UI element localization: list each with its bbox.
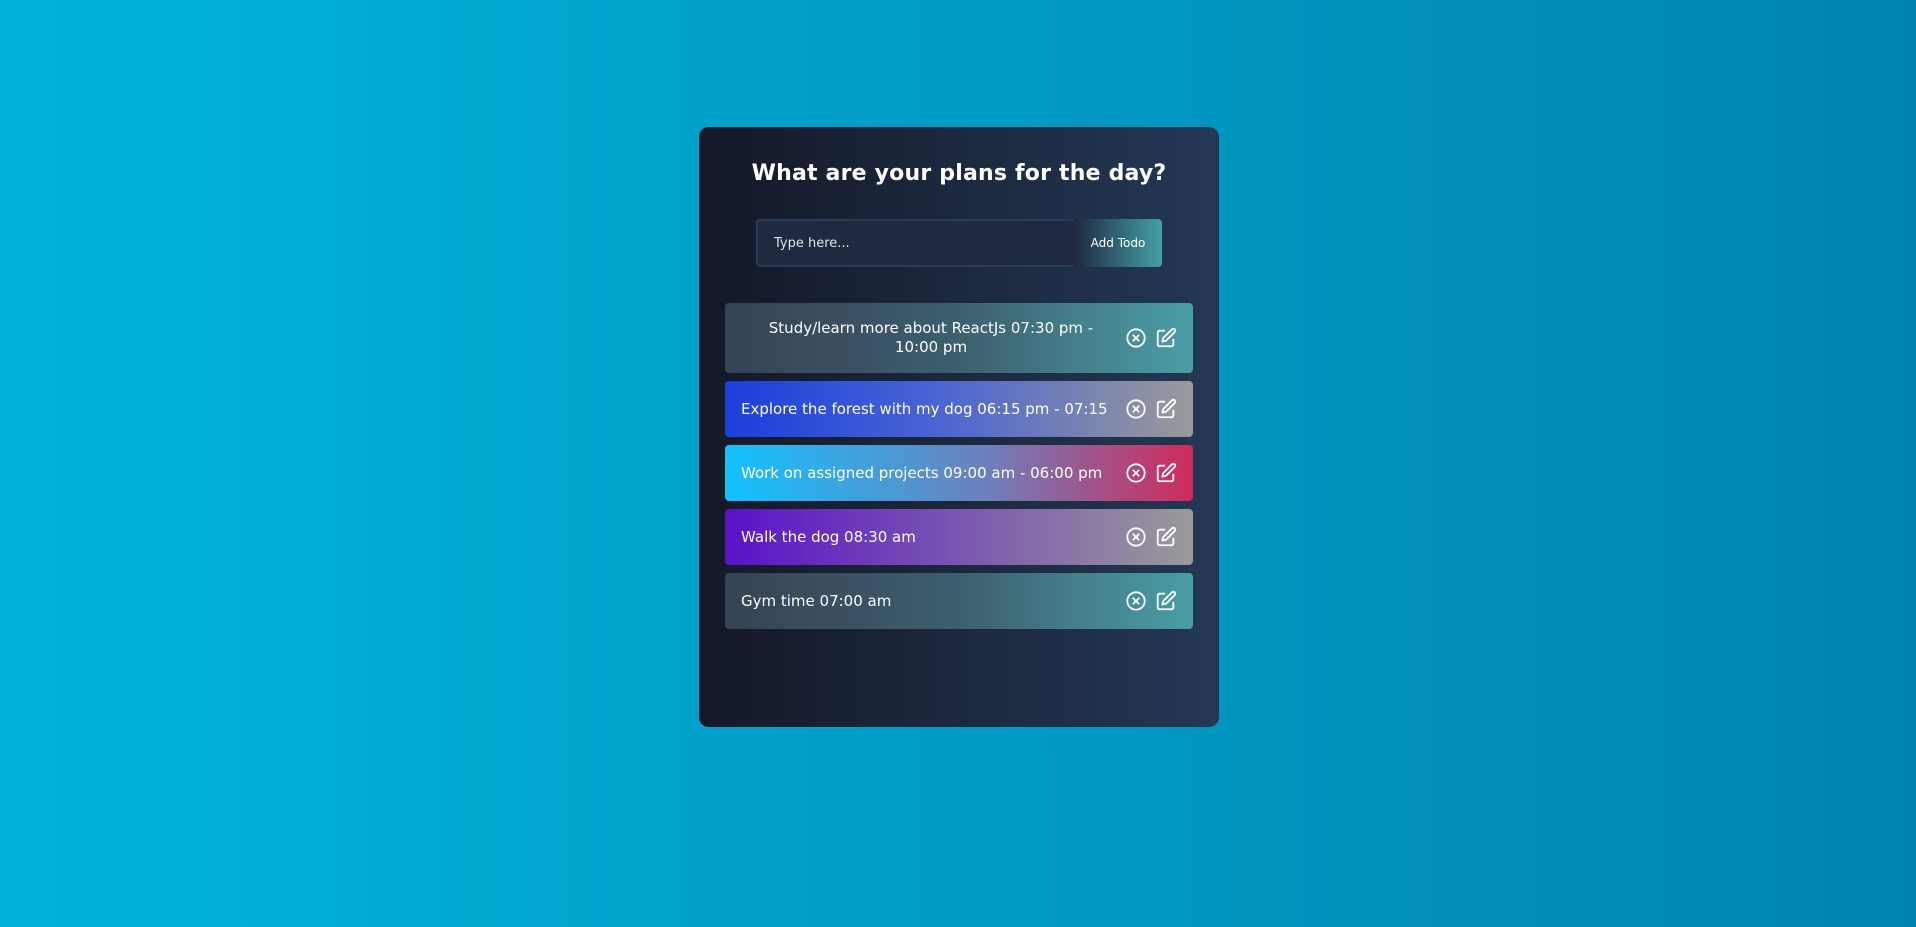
- page-title: What are your plans for the day?: [751, 161, 1167, 186]
- todo-icons: [1125, 526, 1177, 548]
- todo-text[interactable]: Gym time 07:00 am: [741, 592, 1115, 611]
- todo-input[interactable]: [756, 219, 1074, 267]
- close-circle-icon[interactable]: [1125, 526, 1147, 548]
- edit-icon[interactable]: [1155, 526, 1177, 548]
- todo-icons: [1125, 398, 1177, 420]
- todo-row: Work on assigned projects 09:00 am - 06:…: [725, 445, 1193, 501]
- todo-list: Study/learn more about ReactJs 07:30 pm …: [725, 303, 1193, 637]
- edit-icon[interactable]: [1155, 590, 1177, 612]
- close-circle-icon[interactable]: [1125, 462, 1147, 484]
- edit-icon[interactable]: [1155, 462, 1177, 484]
- todo-row: Gym time 07:00 am: [725, 573, 1193, 629]
- todo-text[interactable]: Study/learn more about ReactJs 07:30 pm …: [741, 319, 1115, 357]
- todo-icons: [1125, 327, 1177, 349]
- edit-icon[interactable]: [1155, 327, 1177, 349]
- todo-text[interactable]: Work on assigned projects 09:00 am - 06:…: [741, 464, 1115, 483]
- todo-row: Study/learn more about ReactJs 07:30 pm …: [725, 303, 1193, 373]
- todo-row: Explore the forest with my dog 06:15 pm …: [725, 381, 1193, 437]
- todo-text[interactable]: Explore the forest with my dog 06:15 pm …: [741, 400, 1115, 419]
- todo-app: What are your plans for the day? Add Tod…: [699, 127, 1219, 727]
- close-circle-icon[interactable]: [1125, 327, 1147, 349]
- todo-text[interactable]: Walk the dog 08:30 am: [741, 528, 1115, 547]
- todo-icons: [1125, 590, 1177, 612]
- todo-row: Walk the dog 08:30 am: [725, 509, 1193, 565]
- todo-icons: [1125, 462, 1177, 484]
- todo-form: Add Todo: [756, 219, 1162, 267]
- add-todo-button[interactable]: Add Todo: [1074, 219, 1162, 267]
- close-circle-icon[interactable]: [1125, 590, 1147, 612]
- close-circle-icon[interactable]: [1125, 398, 1147, 420]
- edit-icon[interactable]: [1155, 398, 1177, 420]
